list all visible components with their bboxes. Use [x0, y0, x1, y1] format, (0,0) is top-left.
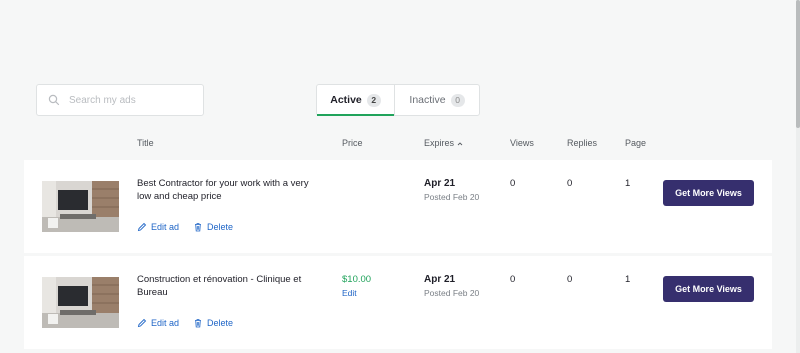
- delete-link[interactable]: Delete: [193, 318, 233, 328]
- ad-thumbnail[interactable]: [42, 277, 119, 328]
- search-input[interactable]: [69, 94, 189, 106]
- edit-ad-link[interactable]: Edit ad: [137, 318, 179, 328]
- edit-ad-link[interactable]: Edit ad: [137, 222, 179, 232]
- table-header: Title Price Expires Views Replies Page: [0, 138, 800, 152]
- tab-active[interactable]: Active 2: [317, 85, 395, 116]
- tab-label: Inactive: [409, 94, 446, 106]
- page-number: 1: [625, 178, 631, 189]
- expiry-date: Apr 21: [424, 274, 456, 285]
- count-badge: 2: [366, 93, 381, 107]
- column-price: Price: [342, 138, 363, 148]
- delete-label: Delete: [207, 222, 234, 232]
- ad-thumbnail[interactable]: [42, 181, 119, 232]
- count-badge: 0: [450, 93, 465, 107]
- column-expires[interactable]: Expires: [424, 138, 463, 148]
- column-replies: Replies: [567, 138, 598, 148]
- ad-title[interactable]: Best Contractor for your work with a ver…: [137, 177, 317, 203]
- edit-ad-label: Edit ad: [151, 318, 180, 328]
- column-views: Views: [510, 138, 534, 148]
- delete-label: Delete: [207, 318, 234, 328]
- search-icon: [48, 94, 60, 106]
- chevron-up-icon: [457, 141, 463, 145]
- posted-date: Posted Feb 20: [424, 288, 480, 298]
- trash-icon: [195, 223, 202, 232]
- trash-icon: [195, 319, 202, 328]
- column-page: Page: [625, 138, 647, 148]
- column-title: Title: [137, 138, 154, 148]
- column-expires-label: Expires: [424, 138, 455, 148]
- search-box[interactable]: [36, 84, 204, 116]
- get-more-views-button[interactable]: Get More Views: [663, 276, 754, 302]
- page-scrollbar[interactable]: [796, 0, 800, 353]
- expiry-date: Apr 21: [424, 178, 456, 189]
- ad-row: Best Contractor for your work with a ver…: [24, 160, 772, 253]
- pencil-icon: [137, 318, 147, 328]
- ad-title[interactable]: Construction et rénovation - Clinique et…: [137, 273, 317, 299]
- ad-row: Construction et rénovation - Clinique et…: [24, 256, 772, 349]
- price-edit-link[interactable]: Edit: [342, 288, 357, 298]
- views-count: 0: [510, 274, 516, 285]
- status-tabs: Active 2 Inactive 0: [316, 84, 480, 116]
- replies-count: 0: [567, 274, 573, 285]
- page-number: 1: [625, 274, 631, 285]
- tab-label: Active: [330, 94, 362, 106]
- pencil-icon: [137, 222, 147, 232]
- get-more-views-button[interactable]: Get More Views: [663, 180, 754, 206]
- delete-link[interactable]: Delete: [193, 222, 233, 232]
- ad-price: $10.00: [342, 274, 372, 285]
- ad-actions: Edit ad Delete: [137, 318, 233, 328]
- posted-date: Posted Feb 20: [424, 192, 480, 202]
- scrollbar-thumb[interactable]: [796, 0, 800, 128]
- tab-inactive[interactable]: Inactive 0: [395, 85, 479, 115]
- replies-count: 0: [567, 178, 573, 189]
- views-count: 0: [510, 178, 516, 189]
- edit-ad-label: Edit ad: [151, 222, 180, 232]
- ad-actions: Edit ad Delete: [137, 222, 233, 232]
